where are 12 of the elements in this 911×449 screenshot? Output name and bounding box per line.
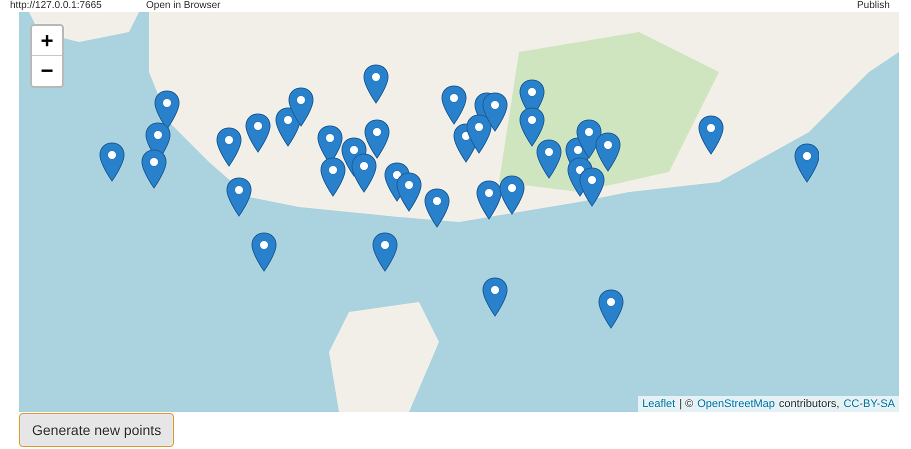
publish-button[interactable]: Publish xyxy=(857,0,890,12)
open-in-browser-button[interactable]: Open in Browser xyxy=(146,0,220,12)
license-link[interactable]: CC-BY-SA xyxy=(843,396,895,412)
attribution-text: contributors, xyxy=(778,396,840,412)
leaflet-link[interactable]: Leaflet xyxy=(642,396,676,412)
zoom-in-button[interactable]: + xyxy=(32,26,62,56)
generate-points-button[interactable]: Generate new points xyxy=(19,413,174,447)
map-drawing[interactable] xyxy=(19,12,899,412)
openstreetmap-link[interactable]: OpenStreetMap xyxy=(697,396,775,412)
attribution-text: | © xyxy=(679,396,694,412)
url-text: http://127.0.0.1:7665 xyxy=(10,0,102,12)
zoom-out-button[interactable]: − xyxy=(32,56,62,86)
